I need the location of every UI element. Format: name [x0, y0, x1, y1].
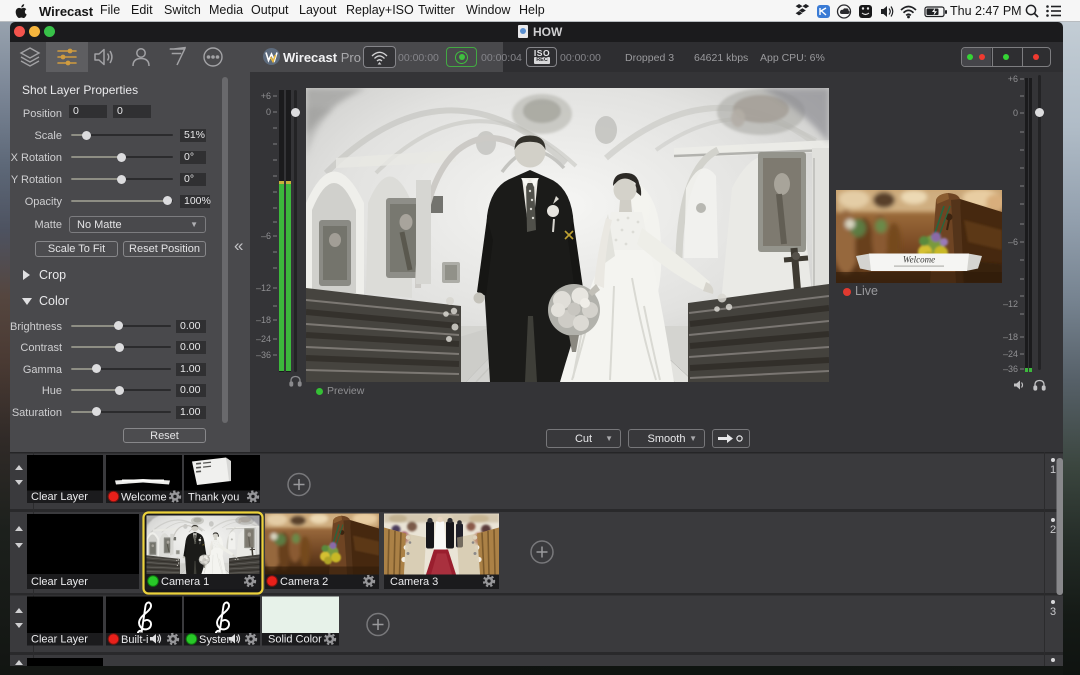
svg-text:–24: –24	[1003, 349, 1018, 359]
svg-text:–6: –6	[261, 231, 271, 241]
svg-text:0: 0	[1013, 108, 1018, 118]
svg-text:Camera 2: Camera 2	[280, 576, 328, 588]
svg-text:–24: –24	[256, 334, 271, 344]
svg-text:Camera 3: Camera 3	[390, 576, 438, 588]
svg-text:+6: +6	[1008, 74, 1018, 84]
svg-text:3: 3	[1050, 606, 1056, 618]
svg-text:2: 2	[1050, 524, 1056, 536]
svg-text:–12: –12	[256, 283, 271, 293]
svg-text:Camera 1: Camera 1	[161, 576, 209, 588]
svg-text:–6: –6	[1008, 237, 1018, 247]
svg-text:Clear Layer: Clear Layer	[31, 491, 88, 503]
svg-text:Built-i: Built-i	[121, 634, 149, 646]
svg-text:–18: –18	[256, 315, 271, 325]
svg-text:1: 1	[1050, 464, 1056, 476]
svg-text:–36: –36	[256, 350, 271, 360]
svg-text:–12: –12	[1003, 299, 1018, 309]
svg-text:–18: –18	[1003, 332, 1018, 342]
svg-text:–36: –36	[1003, 364, 1018, 374]
svg-text:0: 0	[266, 107, 271, 117]
svg-text:Welcome: Welcome	[121, 492, 167, 504]
svg-text:Solid Color: Solid Color	[268, 634, 322, 646]
svg-text:Welcome: Welcome	[903, 255, 935, 265]
svg-text:+6: +6	[261, 91, 271, 101]
svg-text:Clear Layer: Clear Layer	[31, 576, 88, 588]
svg-text:Thank you: Thank you	[188, 492, 239, 504]
svg-text:Clear Layer: Clear Layer	[31, 634, 88, 646]
